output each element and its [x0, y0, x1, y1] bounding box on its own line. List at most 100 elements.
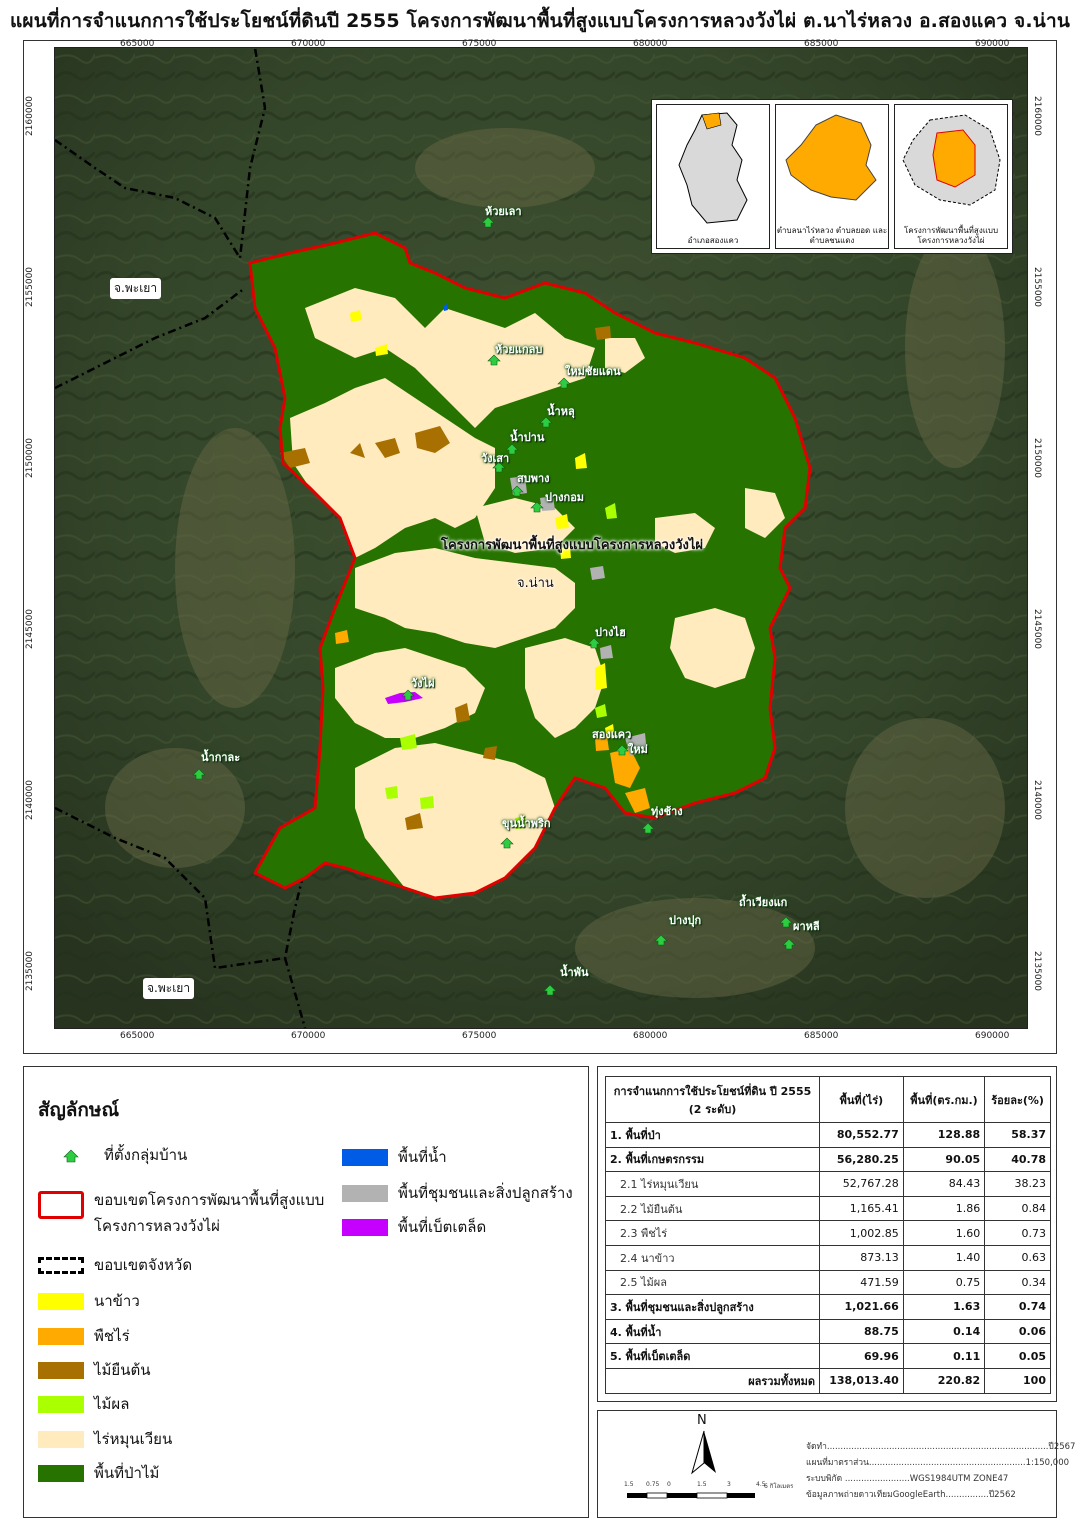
table-cell-km: 84.43 — [902, 1171, 986, 1197]
legend-item-misc: พื้นที่เบ็ตเตล็ด — [342, 1215, 486, 1239]
legend-label: ขอบเขตจังหวัด — [94, 1256, 193, 1274]
table-header: พื้นที่(ตร.กม.) — [902, 1076, 986, 1123]
table-row: 1. พื้นที่ป่า 80,552.77 128.88 58.37 — [605, 1122, 1051, 1148]
village-label: สองแคว — [592, 728, 632, 741]
table-cell-rai: 471.59 — [819, 1269, 904, 1296]
table-row: 2.4 นาข้าว 873.13 1.40 0.63 — [605, 1244, 1051, 1271]
table-cell-name: 2.3 พืชไร่ — [605, 1220, 820, 1246]
table-cell-name: 2.4 นาข้าว — [605, 1244, 820, 1271]
table-cell-rai: 1,165.41 — [819, 1195, 904, 1222]
table-header: พื้นที่(ไร่) — [819, 1076, 904, 1123]
legend-label: ขอบเขตโครงการพัฒนาพื้นที่สูงแบบ — [94, 1191, 325, 1209]
x-tick-bottom: 690000 — [975, 1031, 1010, 1041]
table-cell-km: 1.86 — [902, 1195, 986, 1222]
meta-imagery-source: ข้อมูลภาพถ่ายดาวเทียมGoogleEarth........… — [806, 1490, 1016, 1500]
inset-caption: ตำบลนาไร่หลวง ตำบลยอด และตำบลชนแดง — [776, 226, 888, 245]
village-label: ถ้ำเวียงแก — [739, 896, 788, 909]
legend-item-field-crops: พืชไร่ — [38, 1324, 130, 1348]
village-label: ใหม่ชัยแดน — [565, 365, 621, 378]
north-label: N — [697, 1413, 707, 1428]
legend-label: ไม้ผล — [94, 1395, 130, 1413]
table-cell-rai: 1,021.66 — [819, 1294, 904, 1320]
table-row: 2.1 ไร่หมุนเวียน 52,767.28 84.43 38.23 — [605, 1171, 1051, 1197]
table-cell-pct: 0.84 — [984, 1195, 1051, 1222]
village-label: ปางไฮ — [595, 626, 626, 639]
rice-swatch — [38, 1292, 84, 1310]
table-cell-name: 5. พื้นที่เบ็ตเตล็ด — [605, 1343, 820, 1369]
inset-district: อำเภอสองแคว — [656, 104, 770, 249]
perennial-swatch — [38, 1361, 84, 1379]
village-label: ห้วยแกลบ — [495, 343, 543, 356]
table-row: 5. พื้นที่เบ็ตเตล็ด 69.96 0.11 0.05 — [605, 1343, 1051, 1369]
legend-item-project-boundary: ขอบเขตโครงการพัฒนาพื้นที่สูงแบบ โครงการห… — [38, 1187, 324, 1239]
table-total-pct: 100 — [984, 1367, 1051, 1394]
table-cell-name: 2.2 ไม้ยืนต้น — [605, 1195, 820, 1222]
fruit-swatch — [38, 1395, 84, 1413]
scale-label: 0.75 — [646, 1481, 660, 1488]
province-boundary-swatch — [38, 1256, 84, 1274]
village-label: วังไผ่ — [411, 677, 435, 690]
community-swatch — [342, 1184, 388, 1202]
y-tick-left: 2160000 — [25, 95, 36, 137]
x-tick-bottom: 670000 — [291, 1031, 326, 1041]
table-cell-name: 2.1 ไร่หมุนเวียน — [605, 1171, 820, 1197]
village-label: ขุนน้ำพริก — [502, 817, 551, 830]
table-cell-name: 2.5 ไม้ผล — [605, 1269, 820, 1296]
y-tick-left: 2145000 — [25, 608, 36, 650]
village-marker-icon — [63, 1149, 79, 1162]
table-total-name: ผลรวมทั้งหมด — [605, 1367, 820, 1394]
project-label: โครงการพัฒนาพื้นที่สูงแบบโครงการหลวงวังไ… — [441, 538, 703, 553]
table-total-km: 220.82 — [902, 1367, 986, 1394]
table-cell-name: 3. พื้นที่ชุมชนและสิ่งปลูกสร้าง — [605, 1294, 820, 1320]
y-tick-right: 2135000 — [1032, 950, 1043, 992]
legend-item-rotational: ไร่หมุนเวียน — [38, 1427, 172, 1451]
table-cell-pct: 0.05 — [984, 1343, 1051, 1369]
village-label: ห้วยเลา — [485, 205, 522, 218]
misc-swatch — [342, 1218, 388, 1236]
project-location-shape — [902, 114, 1001, 206]
village-label: วังเสา — [481, 452, 510, 465]
legend-label: ไม้ยืนต้น — [94, 1361, 151, 1379]
legend-title: สัญลักษณ์ — [38, 1099, 120, 1121]
locator-insets: อำเภอสองแคว ตำบลนาไร่หลวง ตำบลยอด และตำบ… — [651, 99, 1013, 254]
table-cell-name: 2. พื้นที่เกษตรกรรม — [605, 1146, 820, 1173]
village-label: น้ำปาน — [510, 431, 545, 444]
table-header: การจำแนกการใช้ประโยชน์ที่ดิน ปี 2555 (2 … — [605, 1076, 820, 1123]
table-cell-pct: 0.73 — [984, 1220, 1051, 1246]
legend-label: พื้นที่เบ็ตเตล็ด — [398, 1218, 487, 1236]
legend-item-rice: นาข้าว — [38, 1289, 140, 1313]
map-metadata-panel: N 1.5 0.75 0 1.5 3 4.5 6 กิโลเมตร จัดทำ.… — [597, 1410, 1075, 1518]
table-cell-pct: 0.34 — [984, 1269, 1051, 1296]
y-tick-left: 2135000 — [25, 950, 36, 992]
legend-item-perennial: ไม้ยืนต้น — [38, 1358, 150, 1382]
village-label: ปางปุก — [669, 914, 702, 927]
table-body: 1. พื้นที่ป่า 80,552.77 128.88 58.37 2. พื้น… — [605, 1122, 1051, 1394]
table-row: 3. พื้นที่ชุมชนและสิ่งปลูกสร้าง 1,021.66 1… — [605, 1294, 1051, 1320]
legend-label: พื้นที่ป่าไม้ — [94, 1464, 160, 1482]
table-row: 4. พื้นที่น้ำ 88.75 0.14 0.06 — [605, 1318, 1051, 1345]
y-tick-right: 2155000 — [1032, 266, 1043, 308]
table-cell-km: 128.88 — [902, 1122, 986, 1148]
table-row: 2. พื้นที่เกษตรกรรม 56,280.25 90.05 40.78 — [605, 1146, 1051, 1173]
table-cell-pct: 0.74 — [984, 1294, 1051, 1320]
table-row: 2.5 ไม้ผล 471.59 0.75 0.34 — [605, 1269, 1051, 1296]
y-tick-left: 2155000 — [25, 266, 36, 308]
table-cell-name: 1. พื้นที่ป่า — [605, 1122, 820, 1148]
rotational-swatch — [38, 1430, 84, 1448]
land-use-table-panel: การจำแนกการใช้ประโยชน์ที่ดิน ปี 2555 (2 … — [597, 1066, 1057, 1402]
village-label: ผาหลี — [793, 920, 820, 933]
map-canvas[interactable]: จ.พะเยา จ.พะเยา จ.น่าน โครงการพัฒนาพื้นท… — [54, 47, 1028, 1029]
scale-label: 3 — [727, 1481, 731, 1488]
x-tick-bottom: 675000 — [462, 1031, 497, 1041]
scale-bar — [627, 1492, 755, 1499]
table-cell-km: 1.40 — [902, 1244, 986, 1271]
legend-label: พื้นที่ชุมชนและสิ่งปลูกสร้าง — [398, 1184, 573, 1202]
scale-label: 0 — [667, 1481, 671, 1488]
land-use-table: การจำแนกการใช้ประโยชน์ที่ดิน ปี 2555 (2 … — [605, 1076, 1051, 1394]
y-tick-left: 2140000 — [25, 779, 36, 821]
legend-label: ไร่หมุนเวียน — [94, 1430, 173, 1448]
y-tick-right: 2150000 — [1032, 437, 1043, 479]
table-total-rai: 138,013.40 — [819, 1367, 904, 1394]
scale-label: 1.5 — [697, 1481, 707, 1488]
district-shape — [678, 112, 748, 224]
